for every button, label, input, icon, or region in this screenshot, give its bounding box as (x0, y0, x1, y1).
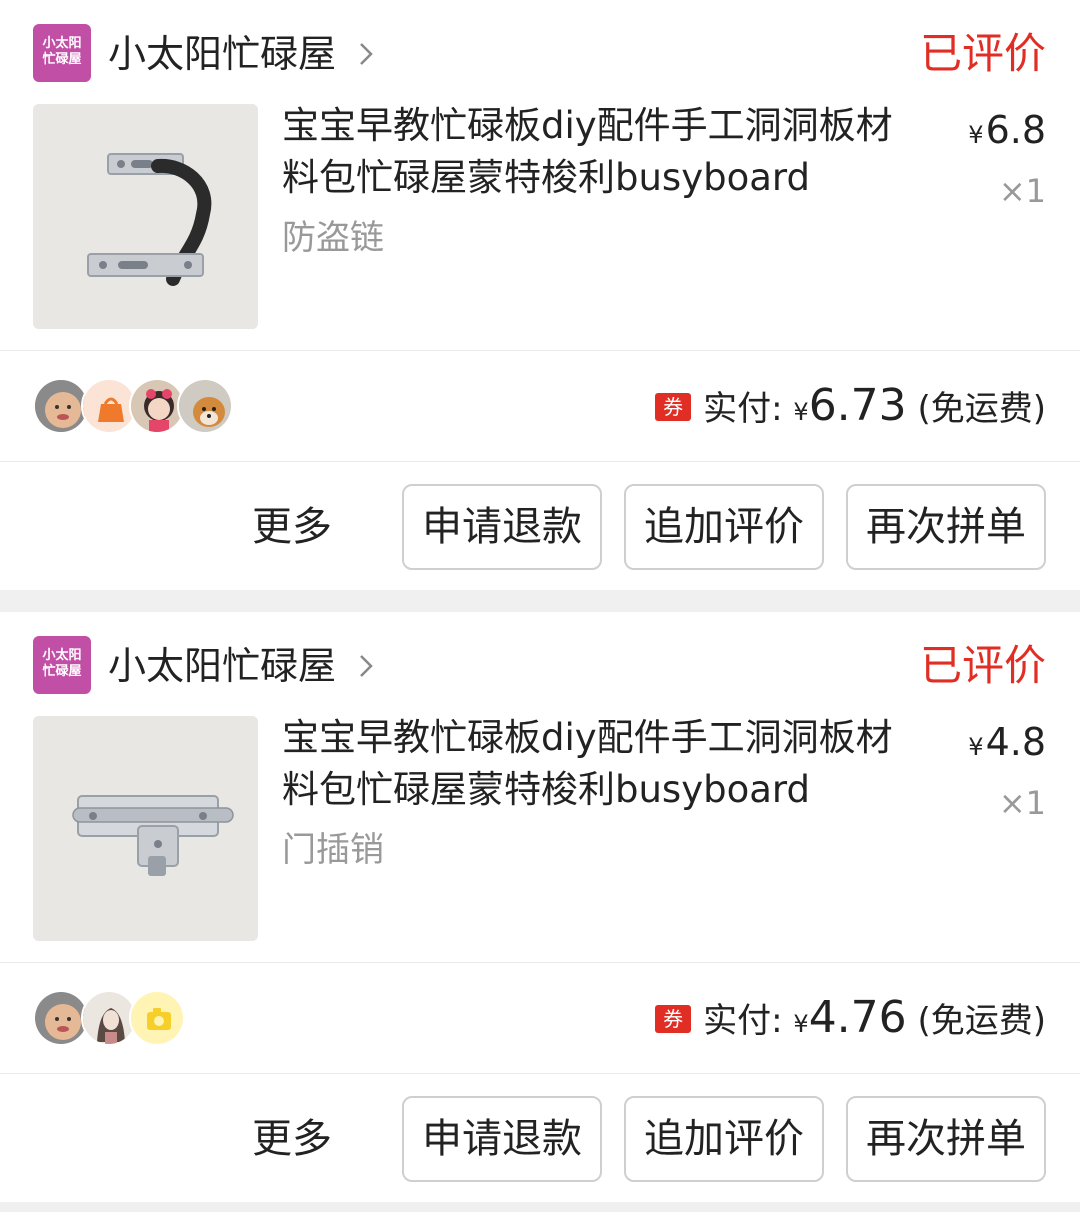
shipping-note: (免运费) (917, 1001, 1046, 1041)
shipping-note: (免运费) (917, 389, 1046, 429)
payment-currency: ¥ (793, 1010, 809, 1038)
reorder-button[interactable]: 再次拼单 (846, 1096, 1046, 1182)
payment-summary: 券实付: ¥4.76 (免运费) (655, 992, 1046, 1044)
product-quantity: ×1 (998, 172, 1046, 210)
price-value: 6.8 (985, 108, 1046, 152)
payment-amount: 6.73 (808, 380, 907, 431)
price-value: 4.8 (985, 720, 1046, 764)
shop-logo: 小太阳 忙碌屋 (33, 636, 91, 694)
reorder-button[interactable]: 再次拼单 (846, 484, 1046, 570)
refund-button[interactable]: 申请退款 (402, 1096, 602, 1182)
shop-header[interactable]: 小太阳 忙碌屋 小太阳忙碌屋 已评价 (0, 0, 1080, 100)
shop-header[interactable]: 小太阳 忙碌屋 小太阳忙碌屋 已评价 (0, 612, 1080, 712)
product-title[interactable]: 宝宝早教忙碌板diy配件手工洞洞板材料包忙碌屋蒙特梭利busyboard (282, 712, 902, 816)
currency-symbol: ¥ (968, 121, 984, 149)
payment-label: 实付: (703, 389, 783, 429)
order-status: 已评价 (919, 29, 1046, 78)
shop-logo-line2: 忙碌屋 (42, 664, 82, 679)
product-title[interactable]: 宝宝早教忙碌板diy配件手工洞洞板材料包忙碌屋蒙特梭利busyboard (282, 100, 902, 204)
order-status: 已评价 (919, 641, 1046, 690)
chevron-right-icon[interactable] (356, 650, 376, 682)
avatar-dog (177, 378, 233, 434)
product-image[interactable] (33, 716, 258, 941)
coupon-badge: 券 (655, 1005, 692, 1033)
shop-logo-line1: 小太阳 (42, 36, 82, 51)
product-price: ¥6.8 (968, 106, 1046, 159)
product-spec: 门插销 (282, 830, 384, 870)
currency-symbol: ¥ (968, 733, 984, 761)
order-card: 小太阳 忙碌屋 小太阳忙碌屋 已评价 宝宝早教忙碌板diy配件手工洞洞板材料包忙… (0, 612, 1080, 1202)
door-chain-image (33, 104, 258, 329)
chevron-right-icon[interactable] (356, 38, 376, 70)
product-price: ¥4.8 (968, 718, 1046, 771)
shop-logo: 小太阳 忙碌屋 (33, 24, 91, 82)
add-review-button[interactable]: 追加评价 (624, 484, 824, 570)
divider (0, 1073, 1080, 1074)
shop-logo-line2: 忙碌屋 (42, 52, 82, 67)
shop-name[interactable]: 小太阳忙碌屋 (108, 642, 336, 690)
payment-label: 实付: (703, 1001, 783, 1041)
add-review-button[interactable]: 追加评价 (624, 1096, 824, 1182)
shop-name[interactable]: 小太阳忙碌屋 (108, 30, 336, 78)
payment-currency: ¥ (793, 398, 809, 426)
product-quantity: ×1 (998, 784, 1046, 822)
product-image[interactable] (33, 104, 258, 329)
payment-amount: 4.76 (808, 992, 907, 1043)
divider (0, 962, 1080, 963)
order-card: 小太阳 忙碌屋 小太阳忙碌屋 已评价 宝宝早教忙碌板diy配件手工洞洞板材料包忙… (0, 0, 1080, 590)
divider (0, 350, 1080, 351)
coupon-badge: 券 (655, 393, 692, 421)
payment-summary: 券实付: ¥6.73 (免运费) (655, 380, 1046, 432)
more-button[interactable]: 更多 (252, 502, 332, 552)
avatar-yellow-camera (129, 990, 185, 1046)
shop-logo-line1: 小太阳 (42, 648, 82, 663)
divider (0, 461, 1080, 462)
product-spec: 防盗链 (282, 218, 384, 258)
door-bolt-image (33, 716, 258, 941)
refund-button[interactable]: 申请退款 (402, 484, 602, 570)
more-button[interactable]: 更多 (252, 1114, 332, 1164)
